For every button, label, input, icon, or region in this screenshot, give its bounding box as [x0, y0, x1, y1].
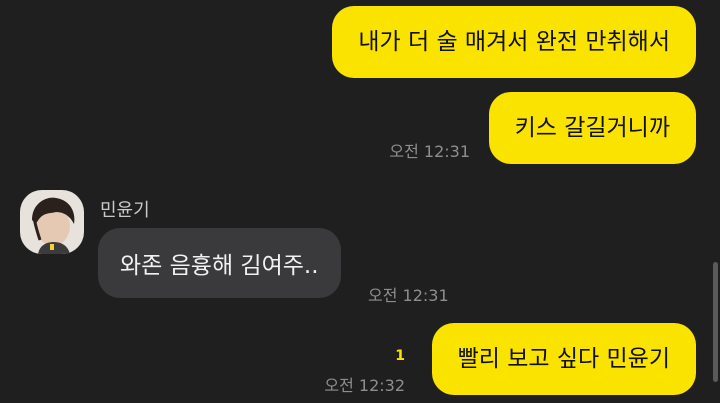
profile-photo-icon	[20, 190, 84, 254]
message-text: 와존 음흉해 김여주..	[120, 253, 319, 279]
message-text: 키스 갈길거니까	[514, 114, 670, 141]
message-text: 내가 더 술 매겨서 완전 만취해서	[358, 28, 670, 55]
message-timestamp: 오전 12:32	[324, 376, 405, 395]
outgoing-message-bubble[interactable]: 키스 갈길거니까	[488, 92, 696, 164]
sender-name: 민윤기	[100, 200, 150, 221]
message-text: 빨리 보고 싶다 민윤기	[457, 345, 670, 372]
message-timestamp: 오전 12:31	[368, 286, 449, 305]
incoming-message-bubble[interactable]: 와존 음흉해 김여주..	[98, 228, 341, 298]
message-timestamp: 오전 12:31	[389, 142, 470, 161]
outgoing-message-bubble[interactable]: 내가 더 술 매겨서 완전 만취해서	[332, 6, 696, 78]
avatar[interactable]	[20, 190, 84, 254]
scrollbar[interactable]	[713, 262, 718, 382]
chat-screen: 내가 더 술 매겨서 완전 만취해서 키스 갈길거니까 오전 12:31 민윤기…	[0, 0, 720, 403]
outgoing-message-bubble[interactable]: 빨리 보고 싶다 민윤기	[431, 323, 696, 395]
unread-count-badge: 1	[395, 348, 405, 364]
